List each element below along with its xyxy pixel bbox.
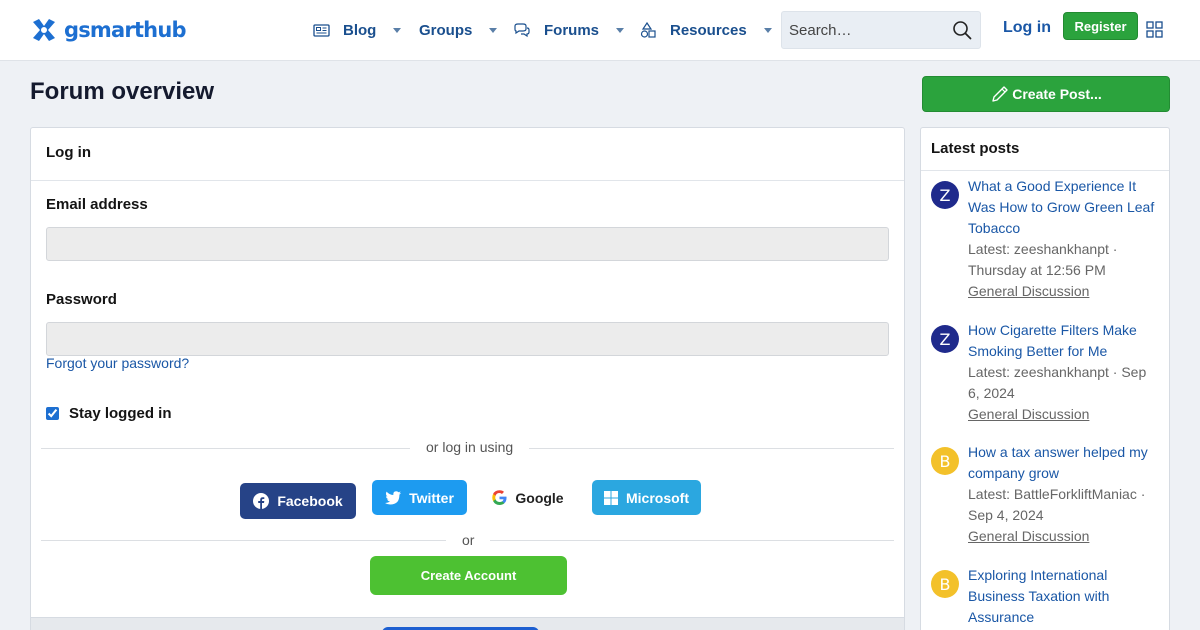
chevron-down-icon[interactable] [489, 27, 498, 33]
avatar[interactable]: Z [931, 325, 959, 353]
post-forum-link[interactable]: General Discussion [968, 526, 1158, 547]
nav-forums[interactable]: Forums [513, 0, 625, 60]
chevron-down-icon[interactable] [763, 27, 772, 33]
post-forum-link[interactable]: General Discussion [968, 281, 1158, 302]
latest-posts-widget: Latest posts Z What a Good Experience It… [920, 127, 1170, 630]
create-account-button[interactable]: Create Account [370, 556, 567, 595]
nav-forums-label: Forums [544, 21, 600, 39]
shapes-icon [640, 22, 656, 38]
pencil-icon [992, 86, 1008, 102]
post-forum-link[interactable]: General Discussion [968, 404, 1158, 425]
avatar[interactable]: B [931, 570, 959, 598]
apps-grid-icon[interactable] [1146, 21, 1163, 38]
login-link[interactable]: Log in [1003, 19, 1051, 37]
site-logo[interactable]: gsmarthub [30, 15, 187, 45]
nav-resources[interactable]: Resources [640, 0, 772, 60]
facebook-login-button[interactable]: Facebook [240, 483, 356, 519]
email-field[interactable] [46, 227, 889, 261]
google-login-button[interactable]: Google [486, 480, 570, 515]
post-meta: Latest: BattleForkliftManiac · Sep 4, 20… [968, 486, 1146, 523]
register-button[interactable]: Register [1063, 12, 1138, 40]
password-label: Password [46, 291, 117, 308]
create-post-button[interactable]: Create Post... [922, 76, 1170, 112]
nav-blog-label: Blog [343, 21, 377, 39]
google-icon [492, 490, 507, 505]
nav-resources-label: Resources [670, 21, 747, 39]
facebook-icon [253, 493, 270, 509]
login-panel-heading: Log in [31, 128, 904, 181]
stay-logged-in-checkbox[interactable] [46, 407, 59, 420]
search-box [781, 11, 981, 49]
post-meta: Latest: zeeshankhanpt · Thursday at 12:5… [968, 241, 1118, 278]
nav-blog[interactable]: Blog [313, 0, 402, 60]
or-log-in-using-text: or log in using [410, 439, 530, 455]
post-title-link[interactable]: How Cigarette Filters Make Smoking Bette… [968, 320, 1158, 362]
avatar[interactable]: B [931, 447, 959, 475]
stay-logged-in-label: Stay logged in [69, 405, 172, 422]
post-title-link[interactable]: Exploring International Business Taxatio… [968, 565, 1158, 628]
search-input[interactable] [782, 12, 942, 48]
latest-posts-heading: Latest posts [921, 128, 1169, 171]
chat-bubbles-icon [514, 22, 530, 37]
logo-text: gsmarthub [64, 18, 187, 42]
forgot-password-link[interactable]: Forgot your password? [46, 355, 189, 371]
post-title-link[interactable]: What a Good Experience It Was How to Gro… [968, 176, 1158, 239]
twitter-login-button[interactable]: Twitter [372, 480, 467, 515]
nav-groups[interactable]: Groups [419, 0, 498, 60]
chevron-down-icon[interactable] [393, 27, 402, 33]
page-title: Forum overview [30, 78, 215, 105]
microsoft-windows-icon [604, 490, 618, 505]
or-text: or [446, 532, 491, 548]
create-post-label: Create Post... [1012, 86, 1102, 102]
twitter-label: Twitter [409, 489, 454, 506]
password-field[interactable] [46, 322, 889, 356]
microsoft-login-button[interactable]: Microsoft [592, 480, 701, 515]
logo-mark-icon [33, 19, 55, 41]
avatar[interactable]: Z [931, 181, 959, 209]
microsoft-label: Microsoft [626, 489, 689, 506]
site-header: gsmarthub Blog Groups Forums Resources L… [0, 0, 1200, 61]
email-label: Email address [46, 196, 148, 213]
nav-groups-label: Groups [419, 21, 473, 39]
post-title-link[interactable]: How a tax answer helped my company grow [968, 442, 1158, 484]
stay-logged-in[interactable]: Stay logged in [46, 405, 172, 422]
newspaper-icon [313, 23, 330, 37]
google-label: Google [515, 489, 564, 506]
chevron-down-icon[interactable] [616, 27, 625, 33]
post-meta: Latest: zeeshankhanpt · Sep 6, 2024 [968, 364, 1147, 401]
twitter-bird-icon [385, 490, 402, 504]
login-panel: Log in Email address Password Forgot you… [30, 127, 905, 630]
facebook-label: Facebook [277, 493, 343, 509]
search-icon[interactable] [952, 20, 972, 40]
login-panel-footer [31, 617, 904, 630]
